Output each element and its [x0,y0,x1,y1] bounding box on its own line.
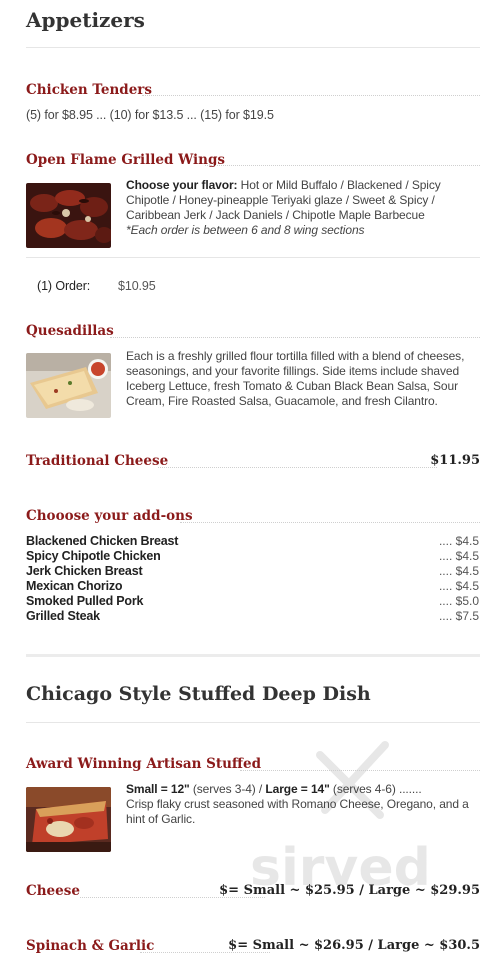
section-divider [26,654,480,657]
deep-dish-heading: Chicago Style Stuffed Deep Dish [26,683,371,705]
addon-name: Spicy Chipotle Chicken [26,549,161,563]
quesadillas-description: Each is a freshly grilled flour tortilla… [126,349,465,408]
wings-photo [26,183,111,248]
list-item: Grilled Steak .... $7.5 [26,609,479,624]
list-item: Mexican Chorizo .... $4.5 [26,579,479,594]
cheese-label: Cheese [26,883,80,899]
small-size-label: Small = 12" [126,782,190,796]
divider [26,257,480,258]
list-item: Jerk Chicken Breast .... $4.5 [26,564,479,579]
wings-note: *Each order is between 6 and 8 wing sect… [126,223,365,237]
deep-dish-photo [26,787,111,852]
award-description: Crisp flaky crust seasoned with Romano C… [126,797,469,826]
dotted-leader [180,522,480,523]
addon-price: .... $4.5 [438,549,479,563]
spinach-garlic-price: $= Small ~ $26.95 / Large ~ $30.5 [228,938,480,953]
addons-title: Chooose your add-ons [26,508,193,524]
wings-order-price: $10.95 [118,279,156,293]
appetizers-heading: Appetizers [26,8,145,32]
quesadilla-photo [26,353,111,418]
wings-description: Choose your flavor: Hot or Mild Buffalo … [126,178,478,223]
large-serves: (serves 4-6) ....... [329,782,422,796]
addon-name: Blackened Chicken Breast [26,534,179,548]
traditional-cheese-price: $11.95 [430,453,480,468]
addon-name: Grilled Steak [26,609,100,623]
list-item: Blackened Chicken Breast .... $4.5 [26,534,479,549]
award-title: Award Winning Artisan Stuffed [26,756,262,772]
award-sizes: Small = 12" (serves 3-4) / Large = 14" (… [126,782,478,797]
spinach-garlic-label: Spinach & Garlic [26,938,155,954]
addon-name: Mexican Chorizo [26,579,123,593]
addon-price: .... $7.5 [438,609,479,623]
list-item: Spicy Chipotle Chicken .... $4.5 [26,549,479,564]
addon-price: .... $4.5 [438,564,479,578]
addon-price: .... $4.5 [438,534,479,548]
divider [26,47,480,48]
wings-title: Open Flame Grilled Wings [26,152,225,168]
addon-name: Jerk Chicken Breast [26,564,143,578]
flavor-label: Choose your flavor: [126,178,238,192]
dotted-leader [240,770,480,771]
traditional-cheese-label: Traditional Cheese [26,453,169,469]
wings-order-label: (1) Order: [37,279,91,293]
cheese-price: $= Small ~ $25.95 / Large ~ $29.95 [219,883,480,898]
chicken-tenders-prices: (5) for $8.95 ... (10) for $13.5 ... (15… [26,108,274,122]
addon-price: .... $4.5 [438,579,479,593]
dotted-leader [110,337,480,338]
chicken-tenders-title: Chicken Tenders [26,82,153,98]
dotted-leader [205,165,480,166]
small-serves: (serves 3-4) / [189,782,266,796]
dotted-leader [142,95,480,96]
divider [26,722,480,723]
list-item: Smoked Pulled Pork .... $5.0 [26,594,479,609]
large-size-label: Large = 14" [265,782,330,796]
addon-name: Smoked Pulled Pork [26,594,144,608]
addon-price: .... $5.0 [438,594,479,608]
dotted-leader [158,467,437,468]
quesadillas-title: Quesadillas [26,323,114,339]
